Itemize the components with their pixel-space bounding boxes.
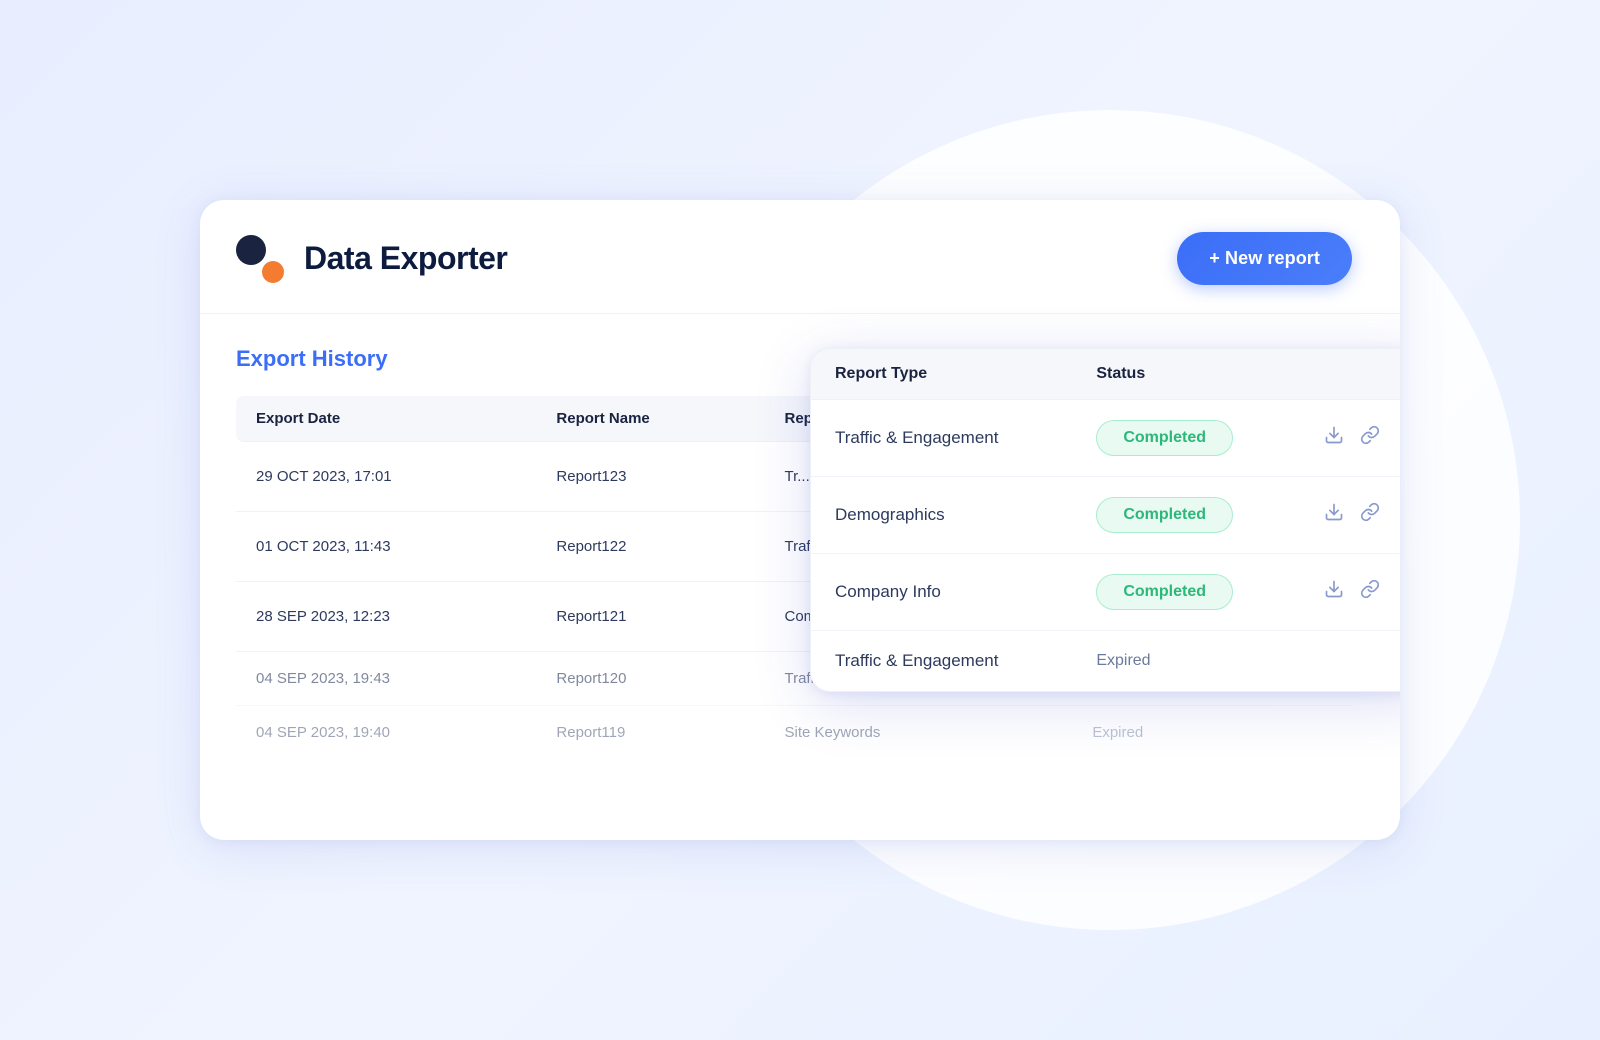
zoomed-panel: Report Type Status Traffic & EngagementC… (810, 348, 1400, 692)
zoomed-cell-actions (1300, 554, 1400, 631)
zoomed-status-badge-completed: Completed (1096, 420, 1233, 456)
download-icon[interactable] (1324, 502, 1344, 528)
zoomed-cell-status: Completed (1072, 400, 1300, 477)
table-row: 04 SEP 2023, 19:40Report119Site Keywords… (236, 706, 1352, 759)
card-header: Data Exporter + New report (200, 200, 1400, 314)
logo-dark-circle (236, 235, 266, 265)
new-report-button[interactable]: + New report (1177, 232, 1352, 285)
zoomed-cell-status: Completed (1072, 477, 1300, 554)
zoomed-cell-report-type: Traffic & Engagement (811, 631, 1072, 691)
zoomed-cell-report-type: Traffic & Engagement (811, 400, 1072, 477)
cell-report-name: Report120 (536, 652, 764, 706)
zoomed-col-report-type: Report Type (811, 349, 1072, 400)
cell-report-name: Report123 (536, 442, 764, 512)
app-logo (236, 235, 284, 283)
zoomed-col-status: Status (1072, 349, 1300, 400)
cell-report-name: Report119 (536, 706, 764, 759)
zoomed-cell-report-type: Demographics (811, 477, 1072, 554)
zoomed-col-actions (1300, 349, 1400, 400)
zoomed-table: Report Type Status Traffic & EngagementC… (811, 349, 1400, 691)
download-icon[interactable] (1324, 579, 1344, 605)
cell-report-type: Site Keywords (764, 706, 1072, 759)
zoomed-status-badge-completed: Completed (1096, 497, 1233, 533)
cell-export-date: 01 OCT 2023, 11:43 (236, 512, 536, 582)
zoomed-table-row: Company Info Completed (811, 554, 1400, 631)
cell-export-date: 29 OCT 2023, 17:01 (236, 442, 536, 512)
zoomed-cell-actions (1300, 400, 1400, 477)
action-icons-group (1324, 502, 1400, 528)
status-badge-expired: Expired (1092, 724, 1143, 741)
main-card: Data Exporter + New report Export Histor… (200, 200, 1400, 840)
cell-report-name: Report122 (536, 512, 764, 582)
download-icon[interactable] (1324, 425, 1344, 451)
app-title: Data Exporter (304, 240, 507, 277)
zoomed-status-badge-completed: Completed (1096, 574, 1233, 610)
link-icon[interactable] (1360, 579, 1380, 605)
zoomed-table-row: Traffic & Engagement Completed (811, 400, 1400, 477)
zoomed-cell-actions (1300, 631, 1400, 691)
action-icons-group (1324, 579, 1400, 605)
zoomed-cell-report-type: Company Info (811, 554, 1072, 631)
zoomed-cell-status: Expired (1072, 631, 1300, 691)
zoomed-status-badge-expired: Expired (1096, 652, 1150, 669)
logo-orange-circle (262, 261, 284, 283)
zoomed-table-row: Traffic & Engagement Expired (811, 631, 1400, 691)
cell-export-date: 04 SEP 2023, 19:40 (236, 706, 536, 759)
cell-report-name: Report121 (536, 582, 764, 652)
link-icon[interactable] (1360, 425, 1380, 451)
col-export-date: Export Date (236, 396, 536, 442)
cell-export-date: 04 SEP 2023, 19:43 (236, 652, 536, 706)
zoomed-cell-actions (1300, 477, 1400, 554)
cell-export-date: 28 SEP 2023, 12:23 (236, 582, 536, 652)
cell-status: Expired (1072, 706, 1352, 759)
zoomed-table-row: Demographics Completed (811, 477, 1400, 554)
link-icon[interactable] (1360, 502, 1380, 528)
header-left: Data Exporter (236, 235, 507, 283)
action-icons-group (1324, 425, 1400, 451)
zoomed-cell-status: Completed (1072, 554, 1300, 631)
col-report-name: Report Name (536, 396, 764, 442)
